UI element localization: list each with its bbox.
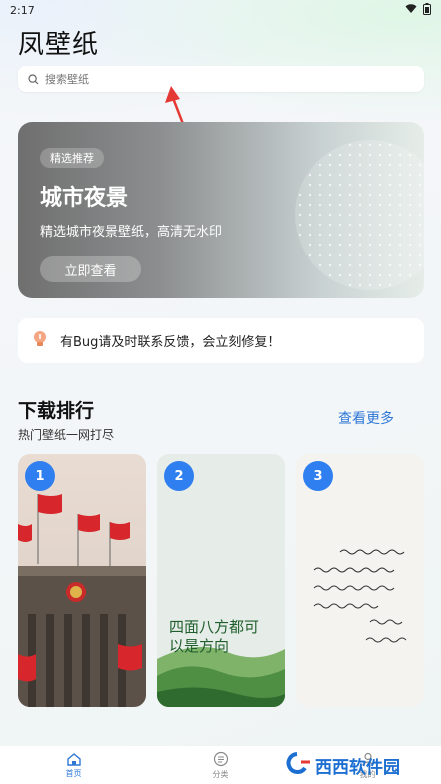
view-more-link[interactable]: 查看更多 [338,408,394,428]
watermark-text: 西西软件园 [315,758,400,778]
wallpaper-card[interactable]: 2 四面八方都可以是方向 [157,454,285,707]
rank-badge: 1 [25,461,55,491]
wallpaper-thumbnail-hills [157,454,285,707]
wallpaper-card[interactable]: 3 [296,454,424,707]
tab-category-label: 分类 [212,769,229,779]
featured-banner[interactable]: 精选推荐 城市夜景 精选城市夜景壁纸，高清无水印 立即查看 [18,122,424,298]
banner-subtitle: 精选城市夜景壁纸，高清无水印 [40,225,223,240]
decorative-dot-circle [295,140,424,290]
status-bar: 2:17 [0,0,441,20]
site-watermark: 西西软件园 [283,752,400,779]
section-subtitle: 热门壁纸一网打尽 [18,428,115,442]
banner-title: 城市夜景 [40,186,129,211]
search-input[interactable] [45,72,405,86]
tab-home[interactable]: 首页 [34,752,114,779]
home-icon [66,752,82,768]
banner-tag: 精选推荐 [40,148,104,168]
app-title: 凤壁纸 [18,30,100,60]
search-icon [28,70,39,89]
section-title: 下载排行 [18,400,95,422]
tab-home-label: 首页 [65,768,82,778]
tab-category[interactable]: 分类 [181,751,261,780]
wallpaper-card[interactable]: 1 [18,454,146,707]
view-now-button[interactable]: 立即查看 [40,256,141,282]
wallpaper-caption: 四面八方都可以是方向 [169,618,260,655]
wifi-icon [405,3,417,17]
wallpaper-thumbnail-building [18,454,146,707]
rank-badge: 3 [303,461,333,491]
status-time: 2:17 [10,3,35,17]
search-bar[interactable] [18,66,424,92]
lightbulb-icon [32,330,48,352]
wallpaper-thumbnail-handwriting [296,454,424,707]
notice-text: 有Bug请及时联系反馈，会立刻修复！ [60,335,281,350]
category-icon [213,751,229,769]
bug-notice: 有Bug请及时联系反馈，会立刻修复！ [18,318,424,363]
battery-icon [423,2,431,18]
rank-badge: 2 [164,461,194,491]
watermark-logo-icon [283,752,311,779]
